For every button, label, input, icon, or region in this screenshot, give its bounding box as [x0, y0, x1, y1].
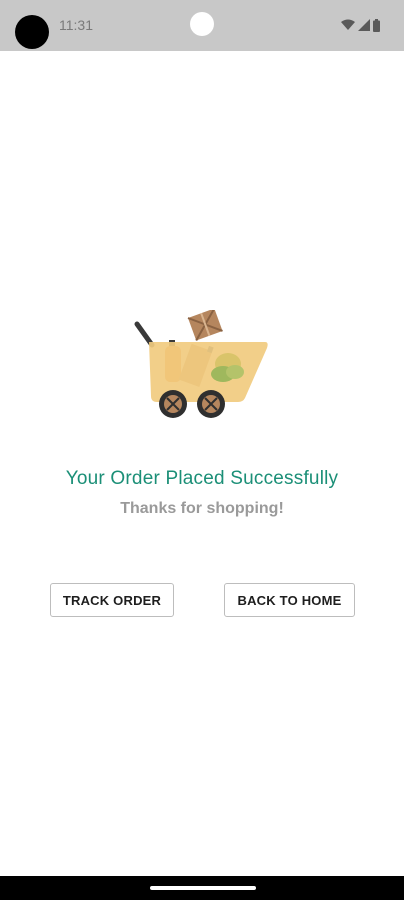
status-bar: 11:31	[0, 0, 404, 51]
battery-icon	[373, 18, 380, 32]
navigation-bar	[0, 876, 404, 900]
success-subtitle: Thanks for shopping!	[120, 500, 284, 517]
status-time: 11:31	[59, 17, 93, 33]
wifi-icon	[341, 19, 355, 31]
success-title: Your Order Placed Successfully	[65, 468, 339, 489]
signal-icon	[358, 19, 370, 31]
track-order-button[interactable]: TRACK ORDER	[50, 583, 174, 617]
camera-cutout	[15, 15, 49, 49]
home-gesture-handle[interactable]	[150, 886, 256, 890]
status-icons	[341, 17, 380, 33]
back-to-home-button[interactable]: BACK TO HOME	[224, 583, 355, 617]
shopping-cart-illustration	[133, 307, 269, 422]
front-camera-icon	[190, 12, 214, 36]
order-success-screen: 11:31 Your Order Placed Successfully Tha…	[0, 0, 404, 900]
